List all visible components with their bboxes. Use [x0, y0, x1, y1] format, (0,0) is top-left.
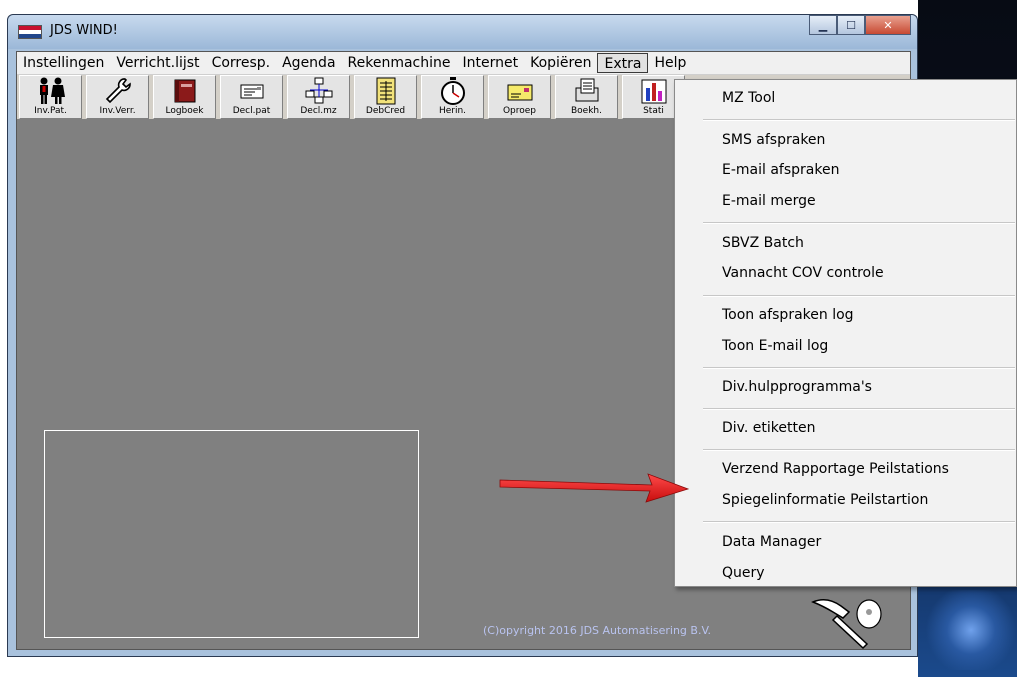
people-icon [35, 76, 67, 106]
toolbar-label: Inv.Verr. [99, 106, 136, 116]
toolbar-button-decl-mz[interactable]: Decl.mz [287, 75, 350, 119]
menu-extra[interactable]: Extra [597, 53, 649, 73]
toolbar-label: Herin. [438, 106, 467, 116]
menu-item-toon-email-log[interactable]: Toon E-mail log [722, 338, 828, 354]
toolbar-label: Logboek [165, 106, 204, 116]
toolbar-label: DebCred [365, 106, 406, 116]
menu-instellingen[interactable]: Instellingen [17, 53, 110, 73]
chart-icon [638, 76, 670, 106]
menu-item-email-afspraken[interactable]: E-mail afspraken [722, 162, 839, 178]
dutch-flag-icon [18, 25, 42, 39]
toolbar-label: Stati [643, 106, 664, 116]
hammer-logo-icon [811, 599, 882, 650]
toolbar-button-oproep[interactable]: Oproep [488, 75, 551, 119]
menu-separator [703, 408, 1015, 410]
stopwatch-icon [437, 76, 469, 106]
toolbar-label: Inv.Pat. [34, 106, 67, 116]
close-icon: ✕ [883, 18, 893, 32]
menu-agenda[interactable]: Agenda [276, 53, 341, 73]
menu-item-toon-afspraken-log[interactable]: Toon afspraken log [722, 307, 854, 323]
menu-separator [703, 222, 1015, 224]
toolbar-label: Boekh. [571, 106, 602, 116]
menu-item-div-hulpprogrammas[interactable]: Div.hulpprogramma's [722, 379, 872, 395]
menu-bar: Instellingen Verricht.lijst Corresp. Age… [17, 52, 910, 75]
menu-item-query[interactable]: Query [722, 565, 765, 581]
menu-kopieren[interactable]: Kopiëren [524, 53, 597, 73]
menu-separator [703, 119, 1015, 121]
menu-item-email-merge[interactable]: E-mail merge [722, 193, 816, 209]
menu-verricht-lijst[interactable]: Verricht.lijst [110, 53, 205, 73]
content-panel [44, 430, 419, 638]
toolbar-button-herin[interactable]: Herin. [421, 75, 484, 119]
envelope-icon [504, 76, 536, 106]
toolbar-button-inv-verr[interactable]: Inv.Verr. [86, 75, 149, 119]
toolbar-button-boekh[interactable]: Boekh. [555, 75, 618, 119]
title-bar[interactable]: JDS WIND! ▁ ☐ ✕ [8, 15, 917, 49]
menu-help[interactable]: Help [648, 53, 692, 73]
menu-item-data-manager[interactable]: Data Manager [722, 534, 821, 550]
close-button[interactable]: ✕ [865, 15, 911, 35]
menu-item-sbvz-batch[interactable]: SBVZ Batch [722, 235, 804, 251]
menu-rekenmachine[interactable]: Rekenmachine [342, 53, 457, 73]
book-icon [169, 76, 201, 106]
toolbar-button-inv-pat[interactable]: Inv.Pat. [19, 75, 82, 119]
network-icon [303, 76, 335, 106]
window-title: JDS WIND! [50, 23, 118, 38]
menu-item-mz-tool[interactable]: MZ Tool [722, 90, 775, 106]
toolbar-label: Decl.pat [232, 106, 271, 116]
menu-item-sms-afspraken[interactable]: SMS afspraken [722, 132, 825, 148]
toolbar-button-logboek[interactable]: Logboek [153, 75, 216, 119]
menu-separator [703, 521, 1015, 523]
desktop-glow [926, 590, 1016, 670]
maximize-icon: ☐ [846, 18, 856, 32]
folder-icon [571, 76, 603, 106]
menu-separator [703, 449, 1015, 451]
ledger-icon [370, 76, 402, 106]
menu-item-vannacht-cov-controle[interactable]: Vannacht COV controle [722, 265, 884, 281]
toolbar-button-debcred[interactable]: DebCred [354, 75, 417, 119]
red-arrow-annotation-icon [499, 473, 690, 503]
document-icon [236, 76, 268, 106]
maximize-button[interactable]: ☐ [837, 15, 865, 35]
minimize-button[interactable]: ▁ [809, 15, 837, 35]
toolbar-button-decl-pat[interactable]: Decl.pat [220, 75, 283, 119]
menu-corresp[interactable]: Corresp. [206, 53, 277, 73]
toolbar-label: Oproep [502, 106, 537, 116]
menu-item-div-etiketten[interactable]: Div. etiketten [722, 420, 815, 436]
toolbar-label: Decl.mz [300, 106, 337, 116]
menu-item-verzend-rapportage-peilstations[interactable]: Verzend Rapportage Peilstations [722, 461, 949, 477]
menu-separator [703, 295, 1015, 297]
wrench-icon [102, 76, 134, 106]
menu-internet[interactable]: Internet [457, 53, 525, 73]
menu-item-spiegelinformatie-peilstartion[interactable]: Spiegelinformatie Peilstartion [722, 492, 928, 508]
copyright-text: (C)opyright 2016 JDS Automatisering B.V. [483, 624, 712, 637]
minimize-icon: ▁ [818, 18, 828, 32]
menu-separator [703, 367, 1015, 369]
extra-dropdown-menu: MZ Tool SMS afspraken E-mail afspraken E… [674, 79, 1017, 587]
